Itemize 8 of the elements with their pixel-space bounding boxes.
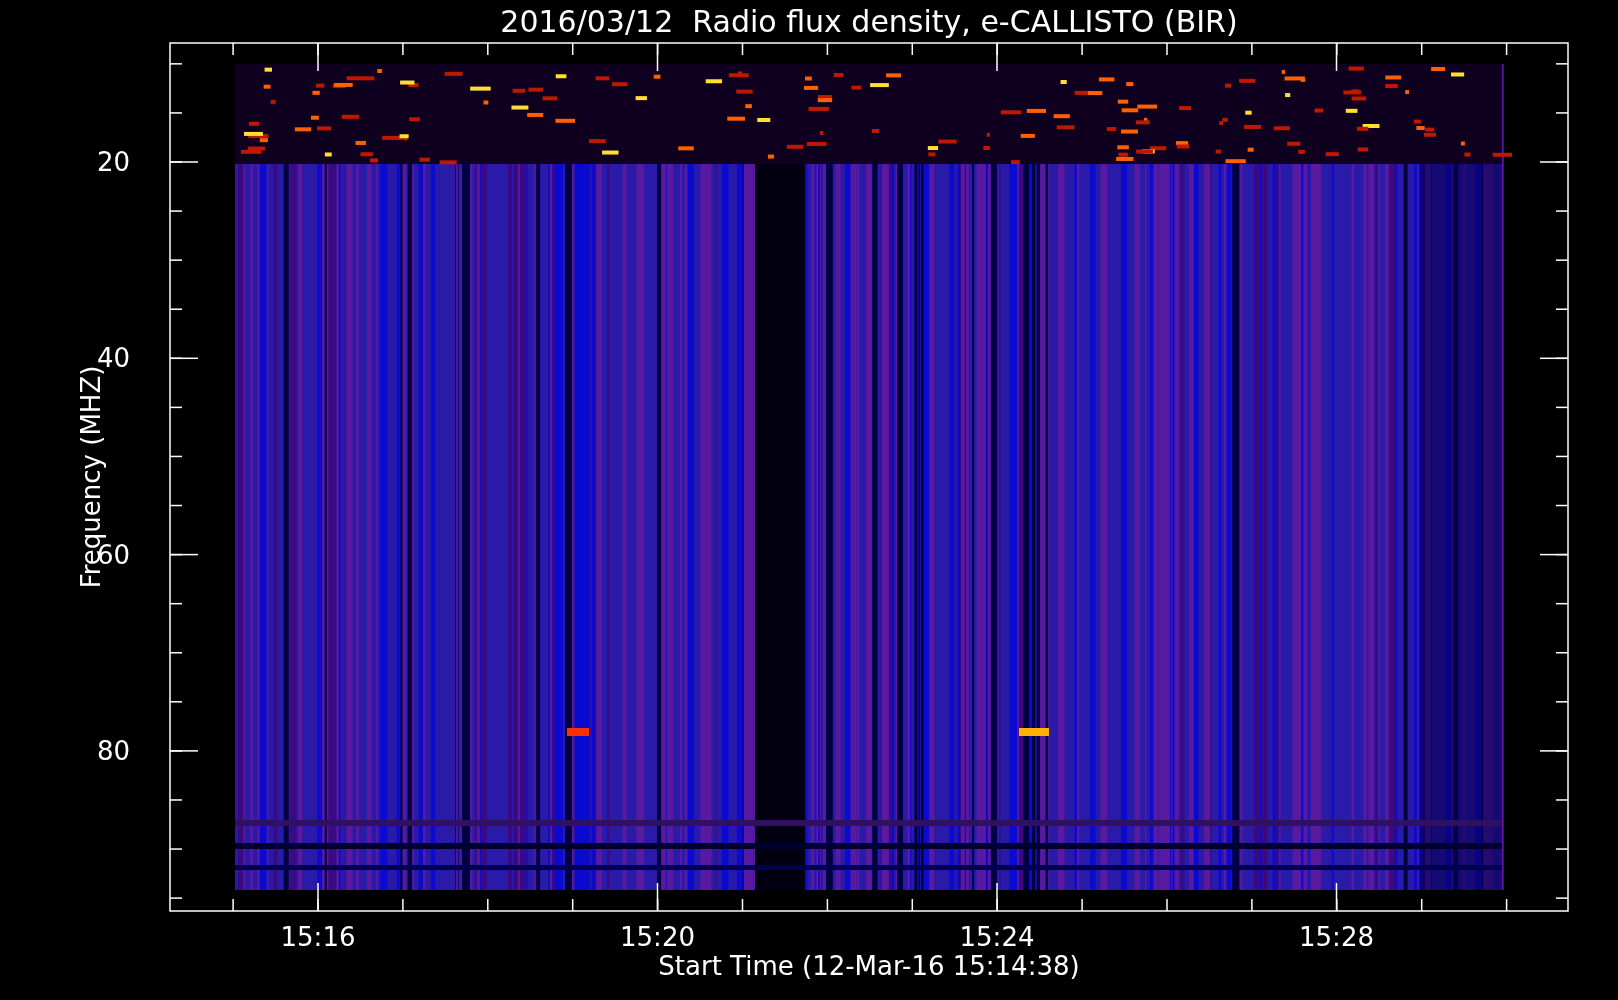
axis-tick-label: 15:24 — [959, 922, 1035, 952]
x-axis-title: Start Time (12-Mar-16 15:14:38) — [658, 951, 1080, 981]
axis-tick-label: 20 — [96, 147, 130, 177]
axis-tick-label: 15:16 — [280, 922, 356, 952]
chart-title: 2016/03/12 Radio flux density, e-CALLISTO (BIR) — [500, 4, 1238, 39]
axis-tick-label: 15:28 — [1299, 922, 1374, 952]
axis-tick-label: 15:20 — [620, 922, 695, 952]
axis-tick-label: 80 — [96, 735, 130, 766]
